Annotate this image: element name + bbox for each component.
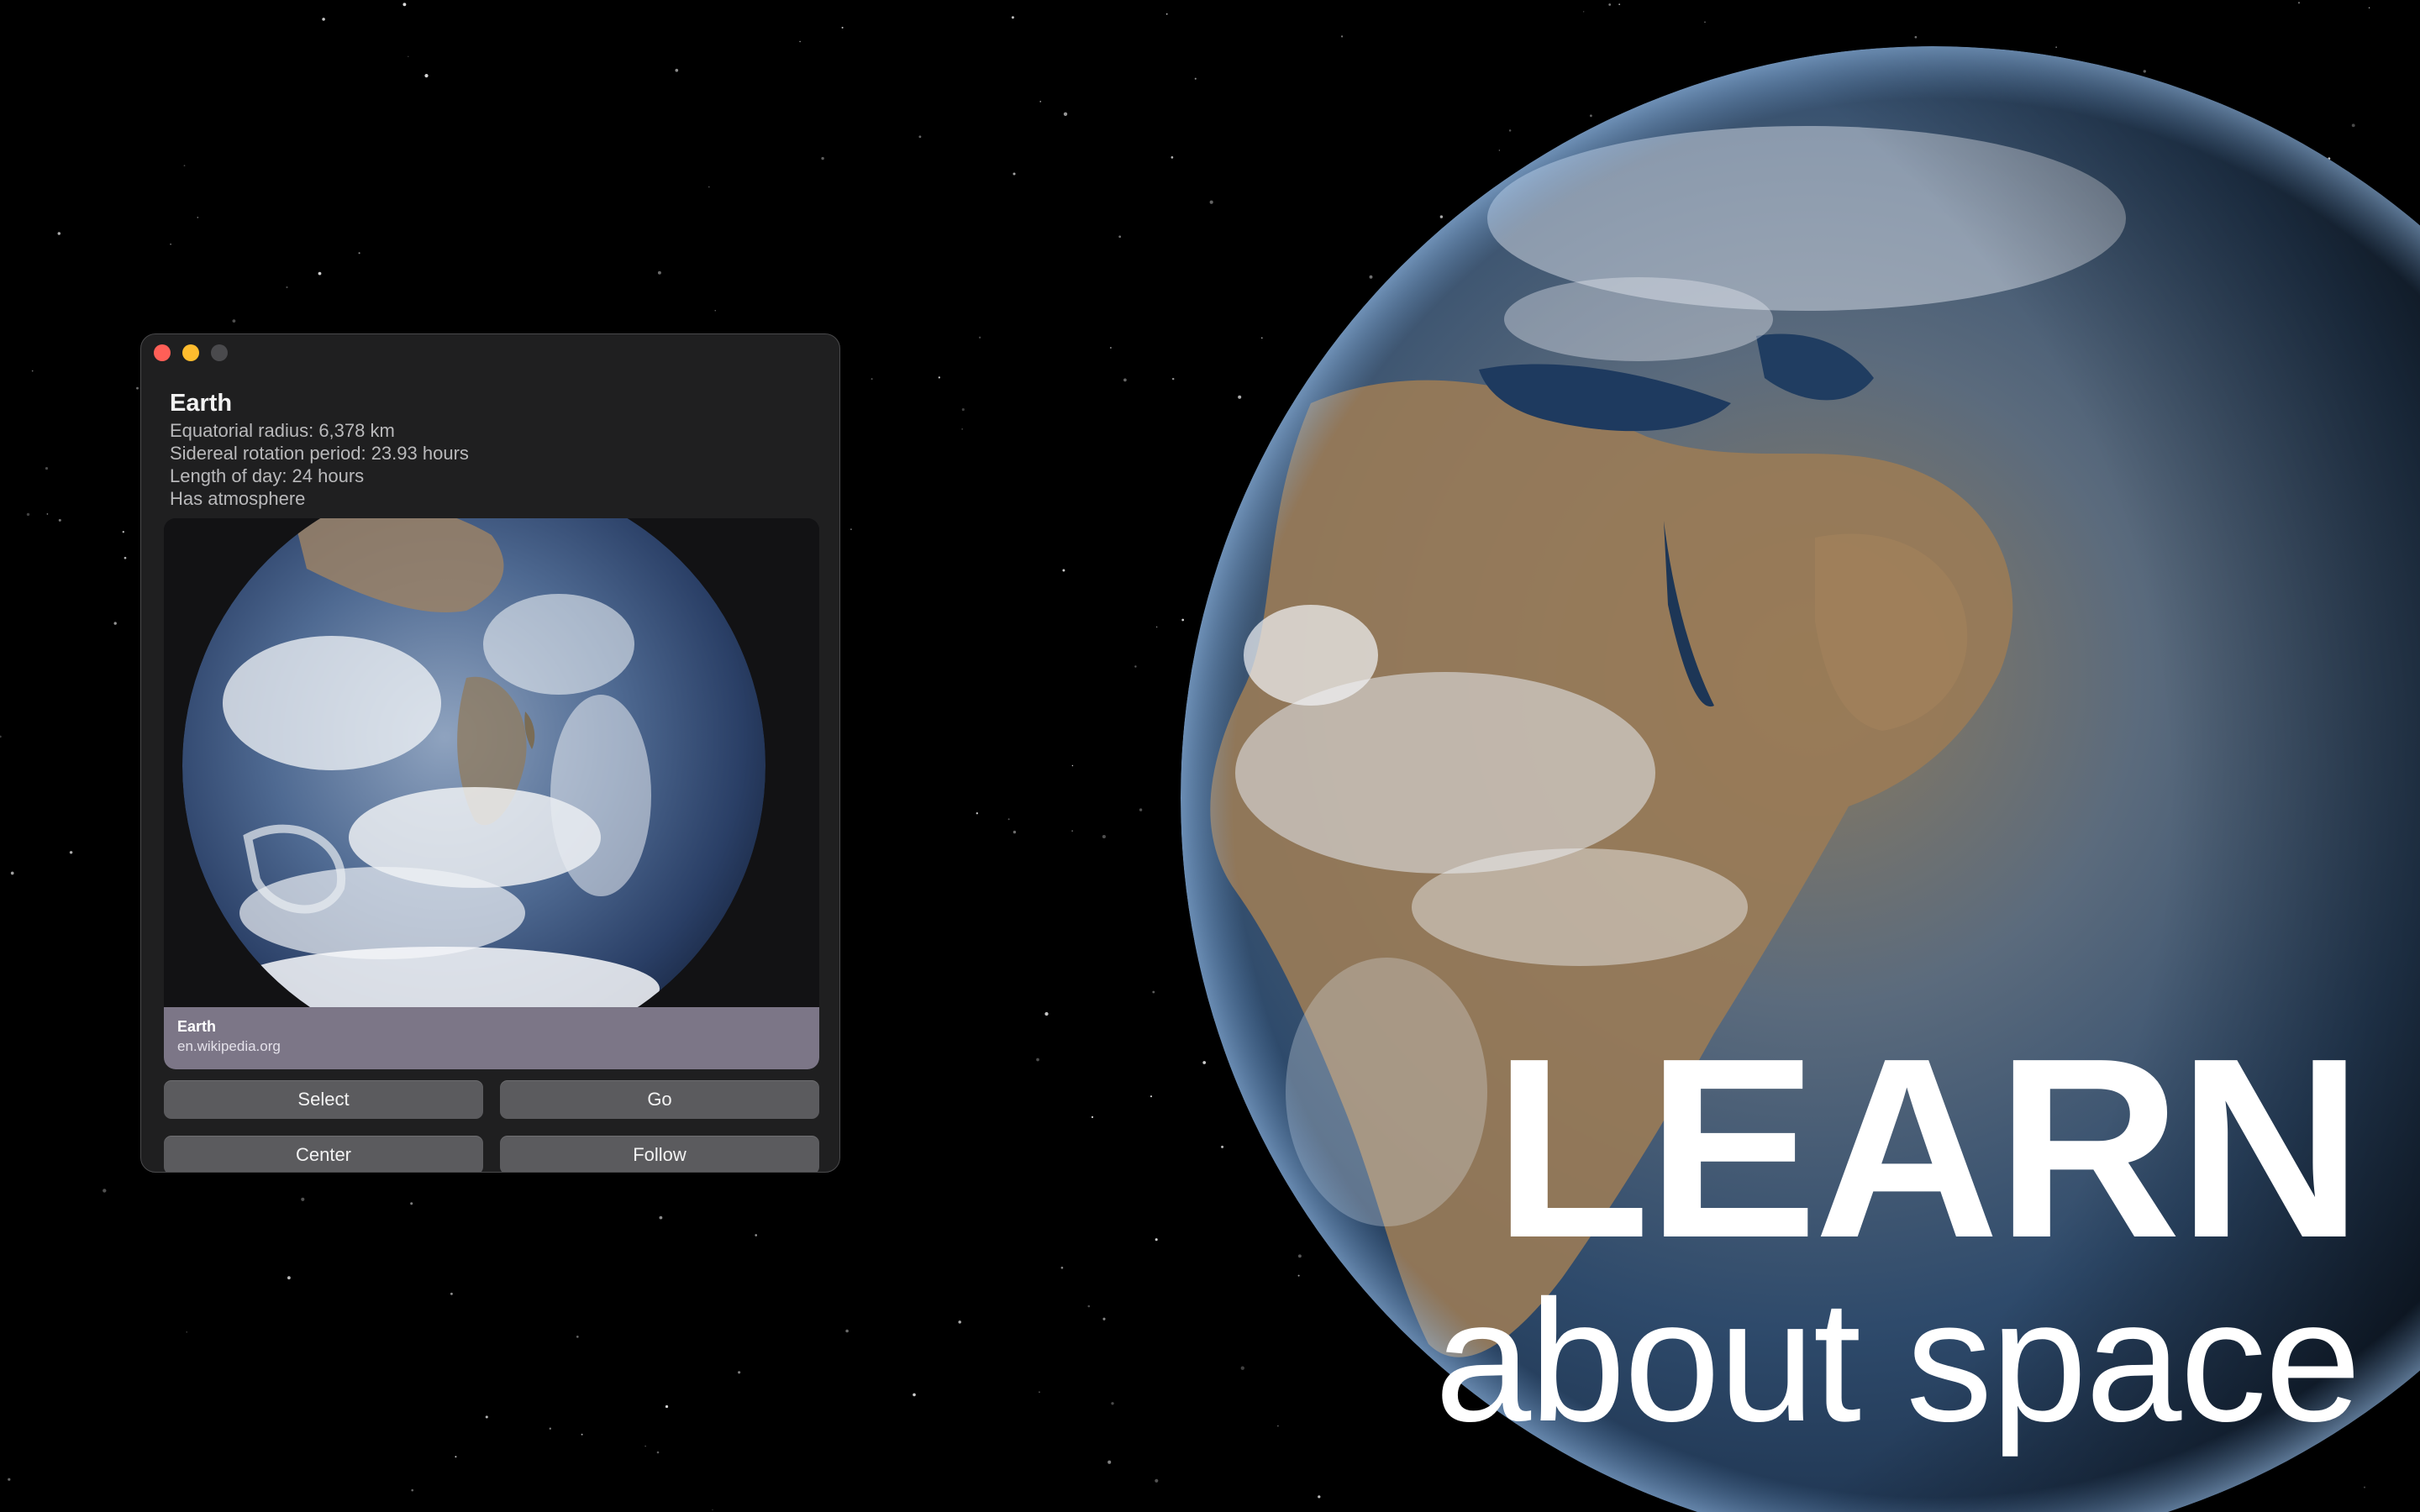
headline-learn: LEARN xyxy=(1493,1005,2363,1291)
earth-photo xyxy=(164,518,819,1007)
headline-about-space: about space xyxy=(1434,1264,2361,1457)
fact-length-of-day: Length of day: 24 hours xyxy=(170,465,365,486)
close-icon[interactable] xyxy=(154,344,171,361)
object-facts: Equatorial radius: 6,378 km Sidereal rot… xyxy=(170,419,469,510)
link-source: en.wikipedia.org xyxy=(177,1038,281,1054)
zoom-icon[interactable] xyxy=(211,344,228,361)
object-title: Earth xyxy=(170,390,233,417)
select-button[interactable]: Select xyxy=(164,1080,483,1119)
link-title: Earth xyxy=(177,1018,217,1035)
fact-equatorial-radius: Equatorial radius: 6,378 km xyxy=(170,420,395,441)
window-controls xyxy=(154,344,228,361)
minimize-icon[interactable] xyxy=(182,344,199,361)
center-button[interactable]: Center xyxy=(164,1136,483,1172)
fact-rotation-period: Sidereal rotation period: 23.93 hours xyxy=(170,443,469,464)
info-window[interactable]: Earth Equatorial radius: 6,378 km Sidere… xyxy=(140,333,840,1173)
go-button[interactable]: Go xyxy=(500,1080,819,1119)
fact-atmosphere: Has atmosphere xyxy=(170,488,306,509)
wikipedia-link-card[interactable]: Earth en.wikipedia.org xyxy=(164,518,819,1069)
follow-button[interactable]: Follow xyxy=(500,1136,819,1172)
link-preview-footer: Earth en.wikipedia.org xyxy=(164,1007,819,1069)
